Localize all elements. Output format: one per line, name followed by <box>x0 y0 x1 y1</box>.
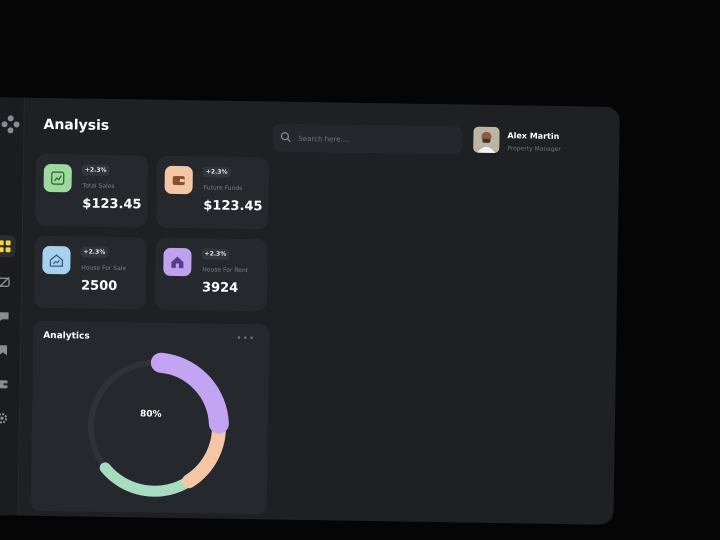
wallet-icon <box>164 165 193 195</box>
search-input[interactable] <box>296 128 451 152</box>
change-badge: +2.3% <box>81 164 110 176</box>
stat-value: $123.45 <box>203 198 263 215</box>
stat-label: Total Sales <box>82 182 115 190</box>
stat-value: 2500 <box>80 278 118 295</box>
change-badge: +2.3% <box>202 166 231 178</box>
chat-icon <box>0 312 9 322</box>
gear-icon <box>0 413 8 424</box>
progress-donut <box>87 352 229 497</box>
house-icon <box>163 247 192 277</box>
donut-percent: 80% <box>139 409 162 420</box>
stat-card-house-for-sale[interactable]: +2.3% House For Sale 2500 <box>33 235 147 310</box>
analytics-card: Analytics ••• 80% <box>30 320 270 515</box>
search-bar[interactable] <box>272 123 463 155</box>
dashboard-panel: Analysis Alex Martin Property Manager +2… <box>0 97 620 525</box>
logo-icon <box>1 115 20 134</box>
sidebar-item-wallet[interactable] <box>0 375 12 393</box>
chart-icon <box>43 163 72 193</box>
avatar[interactable] <box>473 126 500 154</box>
change-badge: +2.3% <box>80 246 109 258</box>
donut-segment-lilac <box>150 352 229 434</box>
user-role: Property Manager <box>507 145 561 154</box>
sidebar-item-settings[interactable] <box>0 409 11 427</box>
user-name: Alex Martin <box>507 131 560 141</box>
sidebar <box>0 97 25 516</box>
stat-value: $123.45 <box>82 196 142 213</box>
sidebar-item-media[interactable] <box>0 273 13 291</box>
camera-off-icon <box>0 276 10 288</box>
sidebar-item-saved[interactable] <box>0 341 12 359</box>
stat-value: 3924 <box>201 280 239 296</box>
change-badge: +2.3% <box>201 248 230 260</box>
stat-label: House For Sale <box>81 264 127 273</box>
user-photo <box>473 126 500 154</box>
stat-card-house-for-rent[interactable]: +2.3% House For Rent 3924 <box>154 237 268 312</box>
donut-segment-mint <box>99 462 195 497</box>
stat-label: Future Funds <box>203 184 243 193</box>
bookmark-icon <box>0 345 8 356</box>
search-icon <box>280 132 291 143</box>
house-trend-icon <box>42 245 71 275</box>
grid-icon <box>0 240 11 253</box>
stat-card-future-funds[interactable]: +2.3% Future Funds $123.45 <box>155 155 270 230</box>
stat-label: House For Rent <box>202 266 249 275</box>
sidebar-item-messages[interactable] <box>0 307 13 325</box>
stat-card-total-sales[interactable]: +2.3% Total Sales $123.45 <box>34 153 149 228</box>
sidebar-item-dashboard[interactable] <box>0 235 16 258</box>
page-title: Analysis <box>43 116 110 134</box>
wallet-icon <box>0 380 8 389</box>
